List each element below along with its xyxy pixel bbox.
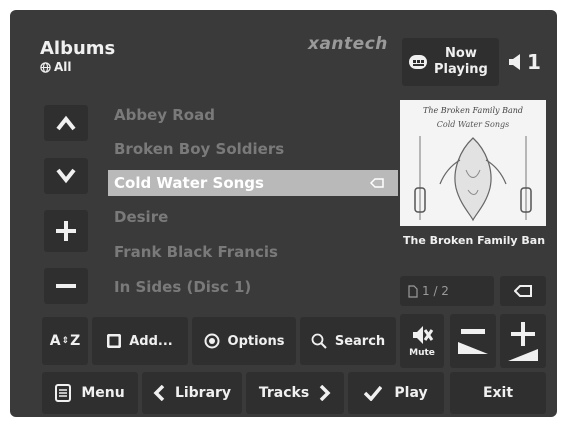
play-button[interactable]: Play xyxy=(348,372,444,414)
now-playing-line1: Now xyxy=(445,46,477,61)
now-playing-line2: Playing xyxy=(434,62,488,77)
scroll-up-button[interactable] xyxy=(44,105,88,141)
list-item[interactable]: Desire xyxy=(108,204,398,230)
globe-icon xyxy=(40,61,51,73)
scroll-down-button[interactable] xyxy=(44,158,88,194)
back-icon xyxy=(514,285,532,297)
back-button[interactable] xyxy=(500,276,546,306)
now-playing-icon xyxy=(408,53,428,71)
plus-icon xyxy=(511,321,535,346)
album-artist: The Broken Family Ban xyxy=(403,234,545,247)
page-text: 1 / 2 xyxy=(422,284,449,298)
check-icon xyxy=(364,385,383,401)
radio-icon xyxy=(204,333,220,349)
page-indicator: 1 / 2 xyxy=(400,276,494,306)
list-item[interactable]: Frank Black Francis xyxy=(108,239,398,265)
sort-button[interactable]: A ⇕ Z xyxy=(42,317,88,365)
page-down-button[interactable] xyxy=(44,268,88,304)
chevron-left-icon xyxy=(153,385,165,401)
menu-button[interactable]: Menu xyxy=(42,372,138,414)
sort-arrows-icon: ⇕ xyxy=(61,336,70,346)
back-icon xyxy=(370,178,384,188)
minus-icon xyxy=(55,283,77,289)
minus-icon xyxy=(461,328,485,334)
options-button[interactable]: Options xyxy=(192,317,296,365)
page-title: Albums xyxy=(40,38,116,59)
down-arrow-icon xyxy=(56,168,76,184)
volume-down-button[interactable] xyxy=(450,314,496,368)
search-icon xyxy=(311,333,327,349)
page-up-button[interactable] xyxy=(44,210,88,252)
up-arrow-icon xyxy=(56,115,76,131)
add-button[interactable]: Add... xyxy=(92,317,188,365)
chevron-right-icon xyxy=(319,385,331,401)
brand-logo: xantech xyxy=(308,34,388,54)
search-button[interactable]: Search xyxy=(300,317,396,365)
stop-icon xyxy=(107,334,122,348)
mute-button[interactable]: Mute xyxy=(400,314,444,368)
device-screen: Albums All xantech Now Playing 1 Abbey R… xyxy=(10,10,557,417)
menu-icon xyxy=(55,384,72,402)
list-item[interactable]: In Sides (Disc 1) xyxy=(108,274,398,300)
page-icon xyxy=(408,284,418,298)
mute-icon xyxy=(410,324,434,346)
list-item[interactable]: Abbey Road xyxy=(108,102,398,128)
plus-icon xyxy=(55,220,77,242)
exit-button[interactable]: Exit xyxy=(450,372,546,414)
zone-indicator[interactable]: 1 xyxy=(508,50,541,74)
now-playing-button[interactable]: Now Playing xyxy=(402,38,499,86)
cover-illustration xyxy=(414,136,532,222)
zone-number: 1 xyxy=(527,50,541,74)
cover-title: The Broken Family Band xyxy=(422,106,524,115)
tracks-button[interactable]: Tracks xyxy=(246,372,344,414)
volume-up-icon xyxy=(508,348,538,361)
volume-up-button[interactable] xyxy=(500,314,546,368)
filter-label: All xyxy=(54,60,72,74)
speaker-icon xyxy=(508,53,522,71)
list-item[interactable]: Broken Boy Soldiers xyxy=(108,136,398,162)
cover-subtitle: Cold Water Songs xyxy=(436,120,510,129)
album-art: The Broken Family Band Cold Water Songs xyxy=(400,100,546,226)
filter-indicator[interactable]: All xyxy=(40,60,72,74)
volume-down-icon xyxy=(458,341,488,354)
library-button[interactable]: Library xyxy=(142,372,242,414)
list-item-selected[interactable]: Cold Water Songs xyxy=(108,170,398,196)
